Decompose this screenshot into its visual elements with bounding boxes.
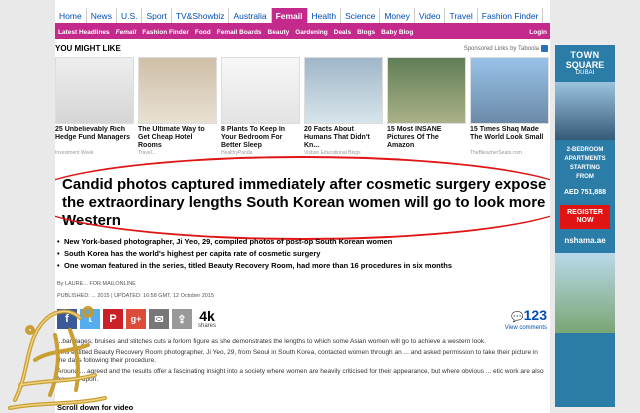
google-plus-icon[interactable]: g+ [126, 309, 146, 329]
ad-logo: TOWN SQUARE DUBAI [555, 45, 615, 76]
ad-city-image [555, 253, 615, 333]
article-bullets: New York-based photographer, Ji Yeo, 29,… [57, 236, 547, 272]
card-title[interactable]: 15 Most INSANE Pictures Of The Amazon [387, 126, 466, 150]
bullet-point: New York-based photographer, Ji Yeo, 29,… [57, 236, 547, 248]
subnav-item-fashion-finder[interactable]: Fashion Finder [139, 26, 192, 39]
card-thumbnail[interactable] [387, 57, 466, 124]
article-body: ...bandages, bruises and stitches cuts a… [57, 338, 547, 387]
channel-nav: Home News U.S. Sport TV&Showbiz Australia Fema… [55, 8, 550, 26]
nav-item-fashion-finder[interactable]: Fashion Finder [477, 8, 544, 23]
sponsored-card[interactable]: 15 Most INSANE Pictures Of The Amazon... [387, 57, 466, 162]
subnav-item-femail[interactable]: Femail [113, 26, 140, 39]
card-thumbnail[interactable] [470, 57, 549, 124]
comment-bubble-icon: 💬 [511, 311, 524, 323]
body-paragraph: ...hs entitled Beauty Recovery Room phot… [57, 349, 538, 364]
byline[interactable]: By LAURE... FOR MAILONLINE [57, 281, 136, 287]
card-thumbnail[interactable] [138, 57, 217, 124]
scroll-down-label: Scroll down for video [57, 403, 134, 412]
share-count-label: shares [198, 323, 217, 329]
you-might-like-title: YOU MIGHT LIKE [55, 44, 121, 53]
nav-item-money[interactable]: Money [380, 8, 415, 23]
card-source: TheBleacherSeats.com [470, 150, 522, 156]
publish-dates: PUBLISHED: ... 2015 | UPDATED: 16:58 GMT… [57, 293, 214, 299]
sponsored-card[interactable]: 20 Facts About Humans That Didn't Kn... V… [304, 57, 383, 162]
ad-brand-line3: DUBAI [575, 70, 595, 76]
article-headline: Candid photos captured immediately after… [62, 176, 547, 229]
ad-copy: 2-BEDROOM APARTMENTS STARTING FROM [555, 146, 615, 182]
share-bar: f t P g+ ✉ ⇪ 4k shares 💬123 View comment… [57, 305, 547, 333]
comments-link[interactable]: 💬123 View comments [505, 308, 547, 331]
card-title[interactable]: 15 Times Shaq Made The World Look Small [470, 126, 549, 150]
you-might-like-header: YOU MIGHT LIKE Sponsored Links by Tabool… [55, 44, 550, 56]
twitter-icon[interactable]: t [80, 309, 100, 329]
card-thumbnail[interactable] [221, 57, 300, 124]
nav-item-health[interactable]: Health [307, 8, 342, 23]
ad-line: APARTMENTS [564, 156, 606, 162]
sponsored-card[interactable]: 25 Unbelievably Rich Hedge Fund Managers… [55, 57, 134, 162]
ad-photo [555, 82, 615, 140]
subnav-item-baby-blog[interactable]: Baby Blog [378, 26, 416, 39]
email-icon[interactable]: ✉ [149, 309, 169, 329]
bullet-point: One woman featured in the series, titled… [57, 260, 547, 272]
register-now-button[interactable]: REGISTER NOW [560, 205, 610, 229]
sponsored-cards: 25 Unbelievably Rich Hedge Fund Managers… [55, 57, 550, 162]
share-icon[interactable]: ⇪ [172, 309, 192, 329]
card-title[interactable]: 20 Facts About Humans That Didn't Kn... [304, 126, 383, 150]
sponsored-card[interactable]: 15 Times Shaq Made The World Look Small T… [470, 57, 549, 162]
nav-item-sport[interactable]: Sport [142, 8, 172, 23]
login-link[interactable]: Login [526, 26, 550, 39]
ad-company[interactable]: nshama.ae [555, 236, 615, 245]
subnav-item-beauty[interactable]: Beauty [265, 26, 293, 39]
subnav-item-gardening[interactable]: Gardening [292, 26, 331, 39]
bullet-point: South Korea has the world's highest per … [57, 248, 547, 260]
card-source: Travel... [138, 150, 156, 156]
ad-line: FROM [576, 174, 594, 180]
nav-item-femail[interactable]: Femail [271, 8, 308, 23]
nav-item-tv-showbiz[interactable]: TV&Showbiz [171, 8, 230, 23]
ad-line: 2-BEDROOM [566, 147, 604, 153]
advertisement[interactable]: TOWN SQUARE DUBAI 2-BEDROOM APARTMENTS STA… [555, 45, 615, 407]
body-paragraph: Around ... agreed and the results offer … [57, 368, 544, 383]
ad-brand-line1: TOWN [570, 50, 600, 60]
view-comments-label[interactable]: View comments [505, 325, 547, 331]
nav-item-news[interactable]: News [86, 8, 117, 23]
card-title[interactable]: 8 Plants To Keep In Your Bedroom For Bet… [221, 126, 300, 150]
nav-item-video[interactable]: Video [414, 8, 446, 23]
card-title[interactable]: 25 Unbelievably Rich Hedge Fund Managers [55, 126, 134, 150]
comment-count-number[interactable]: 123 [524, 307, 547, 323]
facebook-icon[interactable]: f [57, 309, 77, 329]
subnav-item-food[interactable]: Food [192, 26, 214, 39]
card-source: Visboo Educational Blogs [304, 150, 361, 156]
ad-line: STARTING [569, 165, 601, 171]
card-thumbnail[interactable] [304, 57, 383, 124]
subnav-item-deals[interactable]: Deals [331, 26, 354, 39]
card-source: HealthyPanda [221, 150, 253, 156]
share-count: 4k shares [198, 309, 216, 329]
subnav-item-femail-boards[interactable]: Femail Boards [214, 26, 265, 39]
nav-item-australia[interactable]: Australia [229, 8, 272, 23]
pinterest-icon[interactable]: P [103, 309, 123, 329]
body-paragraph: ...bandages, bruises and stitches cuts a… [57, 338, 486, 345]
nav-item-travel[interactable]: Travel [445, 8, 478, 23]
nav-item-home[interactable]: Home [55, 8, 87, 23]
nav-item-science[interactable]: Science [341, 8, 381, 23]
sponsored-card[interactable]: 8 Plants To Keep In Your Bedroom For Bet… [221, 57, 300, 162]
card-title[interactable]: The Ultimate Way to Get Cheap Hotel Room… [138, 126, 217, 150]
share-count-number: 4k [199, 308, 215, 324]
article-page: Home News U.S. Sport TV&Showbiz Australia Fema… [55, 0, 550, 413]
card-thumbnail[interactable] [55, 57, 134, 124]
subnav-item-blogs[interactable]: Blogs [354, 26, 378, 39]
sponsored-links-label[interactable]: Sponsored Links by Taboola [464, 45, 548, 52]
ad-price: AED 751,888 [563, 189, 607, 196]
card-source: ... [387, 150, 392, 156]
subnav-item-latest-headlines[interactable]: Latest Headlines [55, 26, 113, 39]
sponsored-text[interactable]: Sponsored Links by Taboola [464, 46, 539, 52]
sponsored-card[interactable]: The Ultimate Way to Get Cheap Hotel Room… [138, 57, 217, 162]
nav-item-u-s-[interactable]: U.S. [116, 8, 143, 23]
taboola-icon [541, 45, 548, 52]
ad-brand-line2: SQUARE [565, 60, 605, 70]
card-source: Investment Week [55, 150, 94, 156]
comment-count[interactable]: 💬123 [511, 308, 547, 325]
femail-subnav: Latest Headlines Femail Fashion Finder Food… [55, 26, 550, 39]
